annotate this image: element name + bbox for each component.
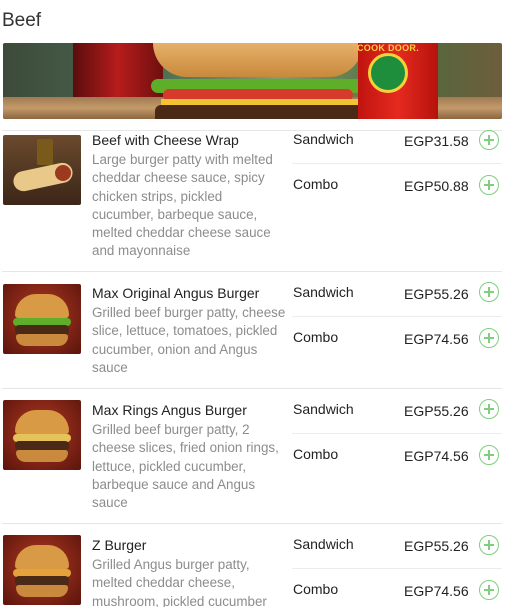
item-divider <box>2 388 502 389</box>
item-name: Z Burger <box>92 537 147 553</box>
add-icon[interactable] <box>479 445 499 465</box>
option-price: EGP55.26 <box>404 538 469 554</box>
option-label-combo: Combo <box>293 176 339 192</box>
option-label-combo: Combo <box>293 581 339 597</box>
brand-logo <box>368 53 408 93</box>
item-name: Beef with Cheese Wrap <box>92 132 239 148</box>
item-thumbnail-burger <box>3 400 81 470</box>
add-icon[interactable] <box>479 580 499 600</box>
item-description: Large burger patty with melted cheddar c… <box>92 152 273 259</box>
item-divider <box>2 271 502 272</box>
option-label-sandwich: Sandwich <box>293 284 354 300</box>
option-label-combo: Combo <box>293 446 339 462</box>
item-description: Grilled beef burger patty, 2 cheese slic… <box>92 422 279 511</box>
option-label-combo: Combo <box>293 329 339 345</box>
add-icon[interactable] <box>479 535 499 555</box>
option-price: EGP50.88 <box>404 178 469 194</box>
item-thumbnail-wrap <box>3 135 81 205</box>
item-name: Max Rings Angus Burger <box>92 402 247 418</box>
add-icon[interactable] <box>479 282 499 302</box>
option-price: EGP74.56 <box>404 448 469 464</box>
option-price: EGP74.56 <box>404 331 469 347</box>
item-thumbnail-burger <box>3 535 81 605</box>
add-icon[interactable] <box>479 175 499 195</box>
option-label-sandwich: Sandwich <box>293 536 354 552</box>
item-name: Max Original Angus Burger <box>92 285 260 301</box>
option-price: EGP74.56 <box>404 583 469 599</box>
item-divider <box>2 130 502 131</box>
option-label-sandwich: Sandwich <box>293 401 354 417</box>
item-divider <box>2 523 502 524</box>
add-icon[interactable] <box>479 328 499 348</box>
option-price: EGP55.26 <box>404 403 469 419</box>
option-price: EGP55.26 <box>404 286 469 302</box>
option-price: EGP31.58 <box>404 133 469 149</box>
item-description: Grilled Angus burger patty, melted chedd… <box>92 557 267 607</box>
add-icon[interactable] <box>479 130 499 150</box>
category-banner-image: COOK DOOR. <box>3 43 502 119</box>
brand-logo-text: COOK DOOR. <box>357 43 420 53</box>
category-title: Beef <box>2 10 42 31</box>
add-icon[interactable] <box>479 399 499 419</box>
item-thumbnail-burger <box>3 284 81 354</box>
item-description: Grilled beef burger patty, cheese slice,… <box>92 305 286 375</box>
option-label-sandwich: Sandwich <box>293 131 354 147</box>
